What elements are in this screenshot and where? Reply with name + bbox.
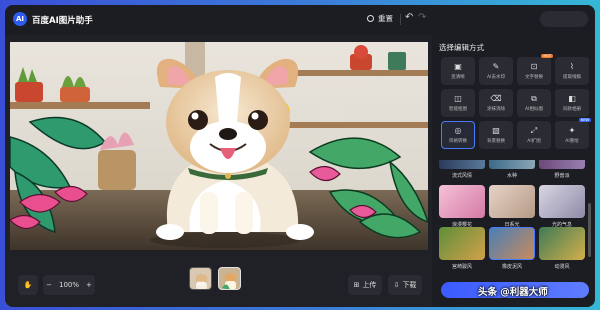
style-option[interactable] xyxy=(489,227,535,260)
image-canvas[interactable] xyxy=(10,42,428,250)
style-label: 野兽派 xyxy=(554,173,570,179)
tool-label: AI相似图 xyxy=(525,106,543,112)
panel-scrollbar[interactable] xyxy=(588,203,591,257)
redo-icon[interactable]: ↷ xyxy=(418,12,426,23)
reset-icon xyxy=(367,15,374,22)
app-logo: AI xyxy=(13,12,27,26)
pan-tool-button[interactable]: ✋ xyxy=(18,275,38,295)
thumbnail-original[interactable]: 原图 xyxy=(189,267,212,290)
style-option[interactable] xyxy=(539,227,585,260)
style-option[interactable] xyxy=(439,227,485,260)
download-label: 下载 xyxy=(402,281,417,289)
ai-redraw-icon: ✦ xyxy=(568,125,576,135)
album-icon: ◧ xyxy=(568,93,576,103)
panel-title: 选择编辑方式 xyxy=(439,43,484,52)
tool-label: 文字替换 xyxy=(525,74,543,80)
tool-label: AI重绘 xyxy=(565,138,579,144)
tool-line-art[interactable]: ⌇ 提取线稿 xyxy=(555,57,589,85)
header-divider xyxy=(400,14,401,25)
app-window: AI 百度AI图片助手 重置 ↶ ↷ ✋ − 100% + 原图 ⊞ 上传 ⇩ … xyxy=(5,5,595,307)
tool-label: 背景替换 xyxy=(487,138,505,144)
background-replace-icon: ▧ xyxy=(492,125,500,135)
style-label: 流式风情 xyxy=(451,173,472,179)
reset-label: 重置 xyxy=(378,14,393,23)
tool-album[interactable]: ◧ 同款相册 xyxy=(555,89,589,117)
tool-label: 变清晰 xyxy=(451,74,465,80)
zoom-value: 100% xyxy=(58,281,79,289)
upload-icon: ⊞ xyxy=(353,281,360,289)
ai-expand-icon: ⤢ xyxy=(530,125,538,135)
style-row-top-image xyxy=(539,160,585,169)
line-art-icon: ⌇ xyxy=(570,61,574,71)
style-label: 水种 xyxy=(506,173,517,179)
upload-label: 上传 xyxy=(362,281,377,289)
tool-label: 涂抹消除 xyxy=(487,106,505,112)
download-button[interactable]: ⇩ 下载 xyxy=(388,275,422,295)
tool-label: 同款相册 xyxy=(563,106,581,112)
reset-button[interactable]: 重置 xyxy=(367,13,393,24)
erase-icon: ⌫ xyxy=(490,93,502,103)
thumbnail-result[interactable] xyxy=(218,267,241,290)
tool-label: AI去水印 xyxy=(487,74,505,80)
tool-smart-cutout[interactable]: ◫ 智能抠图 xyxy=(441,89,475,117)
smart-cutout-icon: ◫ xyxy=(454,93,462,103)
style-label: 宫崎骏风 xyxy=(451,264,472,270)
tool-text-replace[interactable]: ⊡ 文字替换 HOT xyxy=(517,54,553,85)
tool-badge: NEW xyxy=(578,118,591,122)
style-convert-icon: ◎ xyxy=(454,125,462,135)
tool-ai-expand[interactable]: ⤢ AI扩图 xyxy=(517,121,551,149)
corgi-image xyxy=(10,42,428,250)
edit-panel: 选择编辑方式 ▣ 变清晰 ✎ AI去水印 ⊡ 文字替换 HOT ⌇ 提取线稿 ◫ 智能抠图 ⌫ 涂抹消除… xyxy=(432,35,595,307)
tool-ai-similar[interactable]: ⧉ AI相似图 xyxy=(517,89,551,117)
tool-style-convert[interactable]: ◎ 风格转换 xyxy=(441,121,475,149)
zoom-control: − 100% + xyxy=(43,275,95,295)
tool-background-replace[interactable]: ▧ 背景替换 xyxy=(479,121,513,149)
download-icon: ⇩ xyxy=(393,281,400,289)
hand-icon: ✋ xyxy=(23,281,33,289)
tool-ai-redraw[interactable]: ✦ AI重绘 NEW xyxy=(555,118,591,149)
tool-clarify[interactable]: ▣ 变清晰 xyxy=(441,57,475,85)
tool-label: 智能抠图 xyxy=(449,106,467,112)
style-option[interactable] xyxy=(489,185,535,218)
app-title: 百度AI图片助手 xyxy=(32,16,93,26)
tool-label: 提取线稿 xyxy=(563,74,581,80)
undo-icon[interactable]: ↶ xyxy=(405,12,413,23)
tool-remove-watermark[interactable]: ✎ AI去水印 xyxy=(479,57,513,85)
watermark: 头条 @利器大师 xyxy=(478,287,548,298)
thumbnail-original-label: 原图 xyxy=(196,281,205,286)
tool-badge: HOT xyxy=(541,54,553,58)
style-label: 动漫风 xyxy=(554,264,570,270)
header-bar: AI 百度AI图片助手 重置 ↶ ↷ xyxy=(5,5,595,35)
ai-similar-icon: ⧉ xyxy=(531,93,537,103)
style-option[interactable] xyxy=(539,185,585,218)
zoom-in-button[interactable]: + xyxy=(86,281,92,289)
tool-label: AI扩图 xyxy=(527,138,541,144)
tool-label: 风格转换 xyxy=(449,138,467,144)
remove-watermark-icon: ✎ xyxy=(492,61,500,71)
text-replace-icon: ⊡ xyxy=(530,61,538,71)
upload-button[interactable]: ⊞ 上传 xyxy=(348,275,382,295)
zoom-out-button[interactable]: − xyxy=(46,281,52,289)
style-option[interactable] xyxy=(439,185,485,218)
tool-erase[interactable]: ⌫ 涂抹消除 xyxy=(479,89,513,117)
thumbnail-result-image xyxy=(222,273,237,289)
style-label: 橡皮泥风 xyxy=(501,264,522,270)
clarify-icon: ▣ xyxy=(454,61,462,71)
style-row-top-image xyxy=(439,160,485,169)
account-area[interactable] xyxy=(540,11,588,27)
style-row-top-image xyxy=(489,160,535,169)
